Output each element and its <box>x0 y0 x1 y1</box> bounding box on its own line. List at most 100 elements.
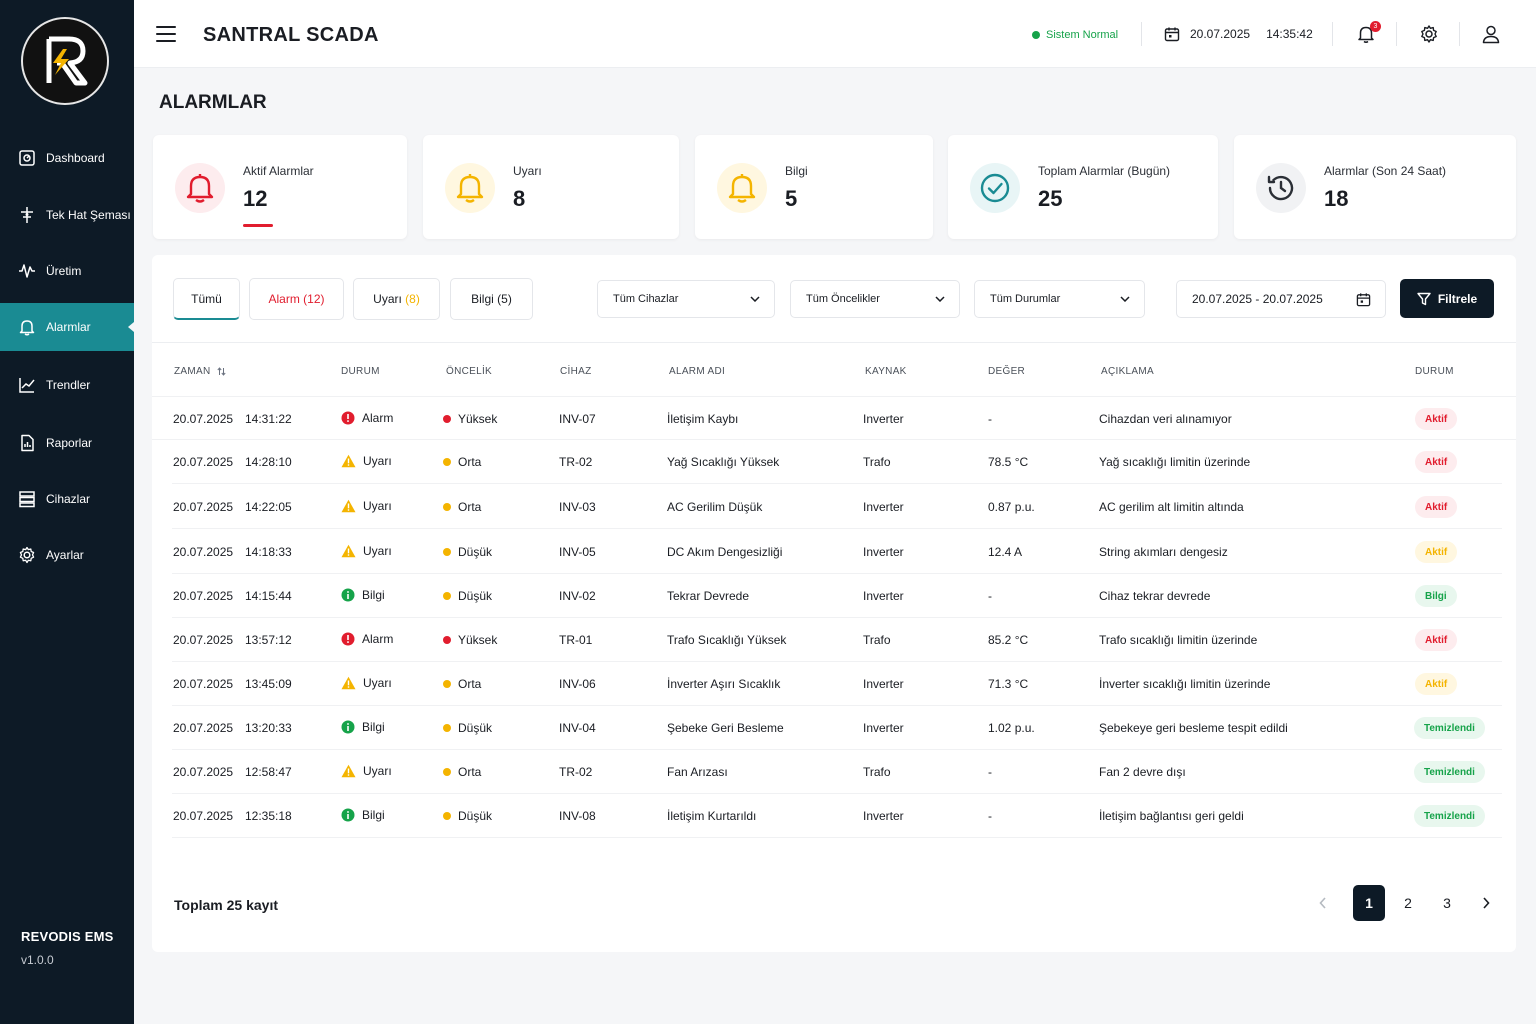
table-row[interactable]: 20.07.2025 14:28:10 Uyarı Orta TR-02 Yağ Sıca… <box>172 440 1502 484</box>
table-row[interactable]: 20.07.2025 14:31:22 Alarm Yüksek INV-07 İleti… <box>152 396 1516 440</box>
user-profile-icon[interactable] <box>1481 24 1501 44</box>
row-alarm-name: Tekrar Devrede <box>667 589 750 603</box>
row-date: 20.07.2025 <box>173 455 234 469</box>
warning-triangle-icon <box>341 544 356 558</box>
row-priority-label: Orta <box>458 455 482 469</box>
stat-card-warnings[interactable]: Uyarı 8 <box>423 135 679 239</box>
row-description: AC gerilim alt limitin altında <box>1099 500 1244 514</box>
row-device: INV-05 <box>559 545 596 559</box>
row-type: Uyarı <box>341 544 392 558</box>
trend-chart-icon <box>19 378 35 393</box>
sidebar-item-label: Alarmlar <box>46 320 91 334</box>
date-range-picker[interactable]: 20.07.2025 - 20.07.2025 <box>1176 280 1386 318</box>
row-alarm-name: DC Akım Dengesizliği <box>667 545 783 559</box>
row-source: Inverter <box>863 677 904 691</box>
settings-gear-icon[interactable] <box>1419 24 1439 44</box>
row-time: 13:57:12 <box>245 633 292 647</box>
row-description: Şebekeye geri besleme tespit edildi <box>1099 721 1288 735</box>
page-1-button[interactable]: 1 <box>1353 885 1385 921</box>
priority-select[interactable]: Tüm Öncelikler <box>790 280 960 318</box>
priority-dot-icon <box>443 680 451 688</box>
row-date: 20.07.2025 <box>173 721 234 735</box>
status-dot-icon <box>1032 31 1040 39</box>
device-select[interactable]: Tüm Cihazlar <box>597 280 775 318</box>
page-title: ALARMLAR <box>159 92 267 113</box>
sidebar-item-reports[interactable]: Raporlar <box>0 419 134 467</box>
prev-page-button[interactable] <box>1307 885 1339 921</box>
warning-triangle-icon <box>341 676 356 690</box>
tab-count: (5) <box>497 292 512 306</box>
tab-all[interactable]: Tümü <box>173 278 240 320</box>
sidebar-item-label: Trendler <box>46 378 91 392</box>
stat-card-info[interactable]: Bilgi 5 <box>695 135 933 239</box>
info-circle-icon <box>341 588 355 602</box>
sidebar-item-settings[interactable]: Ayarlar <box>0 531 134 579</box>
sidebar: Dashboard Tek Hat Şeması Üretim Alarmlar… <box>0 0 134 1024</box>
next-page-button[interactable] <box>1470 885 1502 921</box>
sidebar-item-single-line[interactable]: Tek Hat Şeması <box>0 191 134 239</box>
chevron-down-icon <box>750 296 760 302</box>
table-row[interactable]: 20.07.2025 14:18:33 Uyarı Düşük INV-05 DC Akı… <box>172 530 1502 574</box>
table-row[interactable]: 20.07.2025 12:58:47 Uyarı Orta TR-02 Fan Arız… <box>172 750 1502 794</box>
bell-icon <box>19 320 35 336</box>
table-row[interactable]: 20.07.2025 14:22:05 Uyarı Orta INV-03 AC Geri… <box>172 485 1502 529</box>
row-device: INV-02 <box>559 589 596 603</box>
row-value: 0.87 p.u. <box>988 500 1035 514</box>
sidebar-item-dashboard[interactable]: Dashboard <box>0 134 134 182</box>
row-type-label: Uyarı <box>363 454 392 468</box>
devices-icon <box>19 491 35 508</box>
chevron-down-icon <box>1120 296 1130 302</box>
sidebar-item-production[interactable]: Üretim <box>0 247 134 295</box>
row-source: Inverter <box>863 545 904 559</box>
status-select[interactable]: Tüm Durumlar <box>974 280 1145 318</box>
sidebar-item-alarms[interactable]: Alarmlar <box>0 303 134 351</box>
row-device: INV-03 <box>559 500 596 514</box>
warning-triangle-icon <box>341 499 356 513</box>
menu-toggle-icon[interactable] <box>156 26 176 42</box>
warning-bell-icon <box>445 163 495 213</box>
row-source: Inverter <box>863 500 904 514</box>
table-row[interactable]: 20.07.2025 13:45:09 Uyarı Orta INV-06 İnverte… <box>172 662 1502 706</box>
company-logo[interactable] <box>21 17 109 105</box>
alarm-error-icon <box>341 632 355 646</box>
table-row[interactable]: 20.07.2025 13:57:12 Alarm Yüksek TR-01 Trafo … <box>172 618 1502 662</box>
sidebar-item-label: Cihazlar <box>46 492 91 506</box>
tab-warning[interactable]: Uyarı (8) <box>353 278 440 320</box>
sidebar-item-devices[interactable]: Cihazlar <box>0 475 134 523</box>
status-badge: Bilgi <box>1415 585 1457 607</box>
table-row[interactable]: 20.07.2025 13:20:33 Bilgi Düşük INV-04 Şebeke… <box>172 706 1502 750</box>
row-value: 71.3 °C <box>988 677 1029 691</box>
chevron-down-icon <box>935 296 945 302</box>
system-status-text: Sistem Normal <box>1046 29 1119 41</box>
row-time: 14:15:44 <box>245 589 292 603</box>
row-time: 14:22:05 <box>245 500 292 514</box>
filter-button[interactable]: Filtrele <box>1400 279 1494 318</box>
row-device: TR-02 <box>559 455 593 469</box>
tab-alarm[interactable]: Alarm (12) <box>249 278 344 320</box>
table-row[interactable]: 20.07.2025 14:15:44 Bilgi Düşük INV-02 Tekrar… <box>172 574 1502 618</box>
divider <box>1141 22 1142 46</box>
stat-card-last-24h[interactable]: Alarmlar (Son 24 Saat) 18 <box>1234 135 1516 239</box>
stat-card-active-alarms[interactable]: Aktif Alarmlar 12 <box>153 135 407 239</box>
table-row[interactable]: 20.07.2025 12:35:18 Bilgi Düşük INV-08 İletiş… <box>172 794 1502 838</box>
sidebar-item-label: Üretim <box>46 264 82 278</box>
row-alarm-name: İletişim Kaybı <box>667 412 739 426</box>
row-type: Alarm <box>341 411 393 425</box>
page-2-button[interactable]: 2 <box>1392 885 1424 921</box>
info-bell-icon <box>717 163 767 213</box>
stat-label: Bilgi <box>785 164 808 178</box>
row-priority-label: Yüksek <box>458 412 498 426</box>
row-device: INV-06 <box>559 677 596 691</box>
stat-label: Uyarı <box>513 164 542 178</box>
stat-label: Toplam Alarmlar (Bugün) <box>1038 164 1171 178</box>
page-3-button[interactable]: 3 <box>1431 885 1463 921</box>
sidebar-item-trends[interactable]: Trendler <box>0 361 134 409</box>
col-header-time[interactable]: ZAMAN <box>174 366 226 377</box>
total-records: Toplam 25 kayıt <box>174 897 279 913</box>
stat-card-total-today[interactable]: Toplam Alarmlar (Bugün) 25 <box>948 135 1218 239</box>
row-priority: Yüksek <box>443 633 497 647</box>
priority-dot-icon <box>443 636 451 644</box>
row-type-label: Uyarı <box>363 544 392 558</box>
row-description: İletişim bağlantısı geri geldi <box>1099 809 1244 823</box>
tab-info[interactable]: Bilgi (5) <box>450 278 533 320</box>
